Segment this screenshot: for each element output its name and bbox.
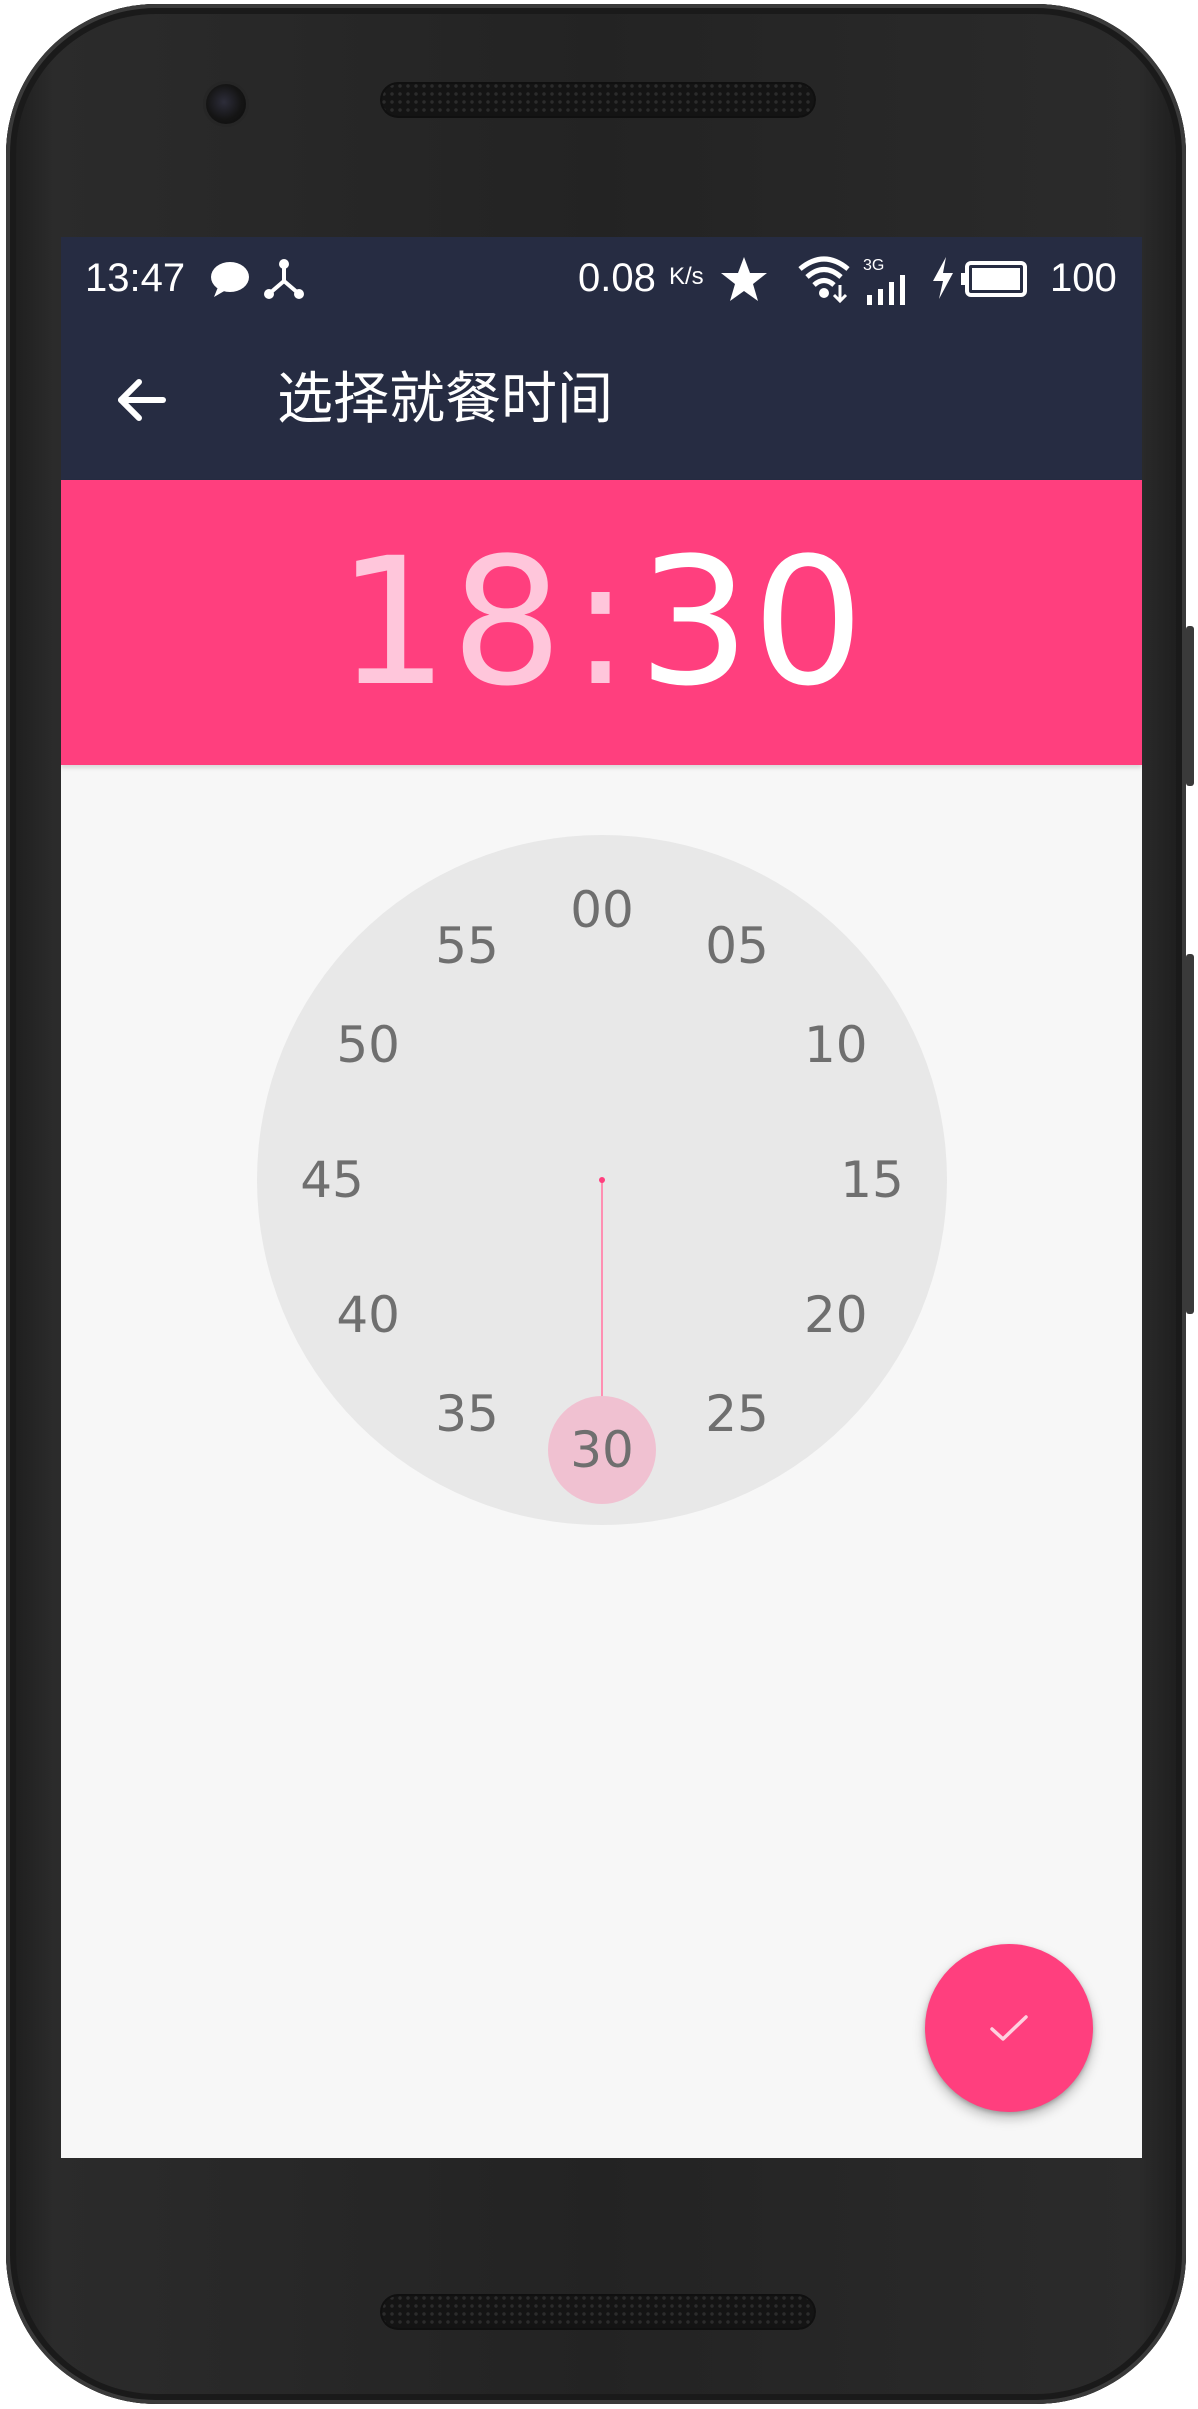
clock-label-50[interactable]: 50 <box>336 1016 400 1074</box>
power-button <box>1186 626 1194 786</box>
clock-selection-marker[interactable] <box>548 1396 656 1504</box>
app-bar: 选择就餐时间 <box>61 320 1142 480</box>
clock-label-10[interactable]: 10 <box>804 1016 868 1074</box>
signal-icon <box>867 275 905 305</box>
screen: 13:47 0.08 K/s 3G 100 选择就餐时间 18:30 00 05… <box>61 237 1142 2158</box>
page-title: 选择就餐时间 <box>277 367 613 432</box>
time-header: 18:30 <box>61 480 1142 765</box>
clock-label-35[interactable]: 35 <box>435 1385 499 1443</box>
check-icon <box>990 2015 1028 2041</box>
charging-icon <box>933 257 953 299</box>
hour-value[interactable]: 18 <box>337 480 565 765</box>
network-speed-unit: K/s <box>669 263 704 290</box>
chat-bubble-icon <box>211 262 249 297</box>
status-bar: 13:47 0.08 K/s 3G 100 <box>61 237 1142 320</box>
clock-label-25[interactable]: 25 <box>705 1385 769 1443</box>
time-separator: : <box>570 520 633 725</box>
clock-label-15[interactable]: 15 <box>840 1151 904 1209</box>
clock-label-30[interactable]: 30 <box>570 1421 634 1479</box>
network-speed-value: 0.08 <box>578 256 656 300</box>
front-camera <box>206 84 246 124</box>
confirm-button[interactable] <box>925 1944 1093 2112</box>
star-icon <box>721 257 767 301</box>
clock-label-40[interactable]: 40 <box>336 1286 400 1344</box>
minute-value[interactable]: 30 <box>638 480 866 765</box>
clock-label-45[interactable]: 45 <box>300 1151 364 1209</box>
battery-icon <box>961 261 1027 297</box>
clock-label-05[interactable]: 05 <box>705 917 769 975</box>
time-display: 18:30 <box>61 480 1142 765</box>
network-type-label: 3G <box>863 257 885 274</box>
wifi-icon <box>798 256 850 303</box>
back-button[interactable] <box>97 356 185 444</box>
clock-label-20[interactable]: 20 <box>804 1286 868 1344</box>
clock-label-55[interactable]: 55 <box>435 917 499 975</box>
arrow-left-icon <box>118 379 166 421</box>
volume-button <box>1186 954 1194 1314</box>
bottom-speaker-grille <box>380 2294 816 2330</box>
status-time: 13:47 <box>85 256 186 300</box>
clock-face[interactable] <box>257 835 947 1525</box>
phone-frame: 13:47 0.08 K/s 3G 100 选择就餐时间 18:30 00 05… <box>6 4 1194 2404</box>
clock-center-dot <box>599 1177 605 1183</box>
battery-level: 100 <box>1050 256 1117 300</box>
usb-share-icon <box>264 259 304 299</box>
clock-label-00[interactable]: 00 <box>570 881 634 939</box>
top-speaker-grille <box>380 82 816 118</box>
